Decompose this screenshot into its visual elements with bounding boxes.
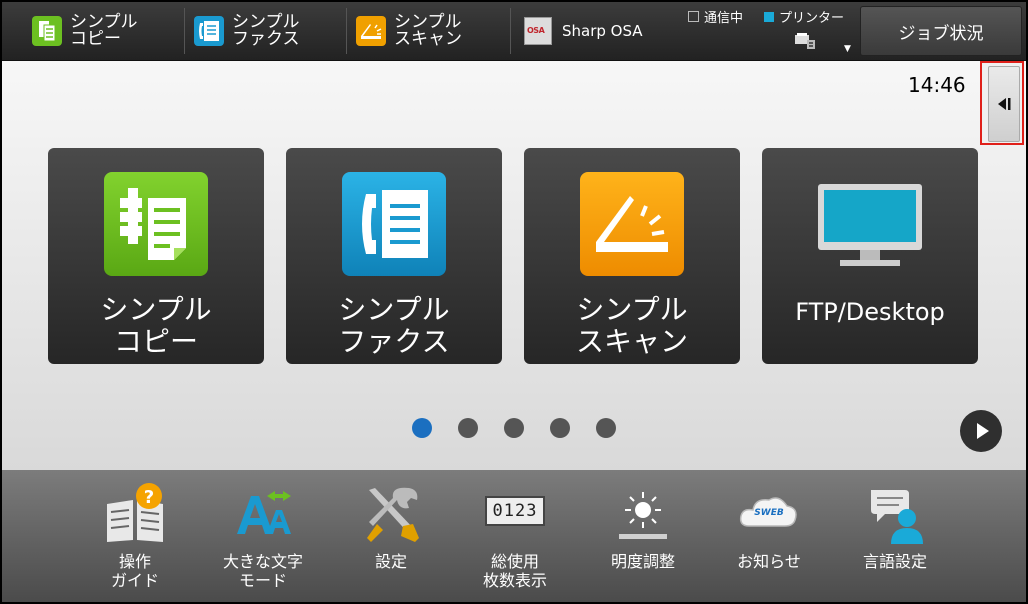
tile-simple-copy[interactable]: シンプル コピー <box>48 148 264 364</box>
brightness-icon <box>619 492 667 539</box>
tile-simple-fax[interactable]: シンプル ファクス <box>286 148 502 364</box>
guide-book-icon: ? <box>107 483 163 542</box>
shortcut-label: シンプル ファクス <box>232 12 300 49</box>
bottom-item-label: お知らせ <box>737 552 801 571</box>
bottom-item-label: 操作 ガイド <box>110 552 159 590</box>
large-text-icon <box>237 491 291 534</box>
printer-icon[interactable] <box>794 32 816 50</box>
shortcut-simple-scan[interactable]: シンプル スキャン <box>356 8 462 54</box>
counter-digits: 0123 <box>485 496 545 526</box>
shortcut-label: シンプル コピー <box>70 12 138 49</box>
shortcut-simple-fax[interactable]: シンプル ファクス <box>194 8 300 54</box>
bottom-item-label: 設定 <box>374 552 407 571</box>
job-status-button[interactable]: ジョブ状況 <box>860 6 1022 56</box>
scan-icon <box>356 16 386 46</box>
tile-simple-scan[interactable]: シンプル スキャン <box>524 148 740 364</box>
bottom-item-label: 明度調整 <box>610 552 675 571</box>
play-arrow-icon <box>977 423 989 439</box>
total-count-button[interactable]: 0123 総使用 枚数表示 <box>460 480 570 598</box>
shortcut-label: Sharp OSA <box>562 22 643 40</box>
status-square-icon <box>764 11 774 22</box>
page-dot-3[interactable] <box>504 418 524 438</box>
copy-icon <box>104 172 208 276</box>
copy-icon <box>32 16 62 46</box>
bottom-item-label: 総使用 枚数表示 <box>482 552 547 590</box>
collapse-arrow-icon <box>998 98 1011 110</box>
tile-label: FTP/Desktop <box>795 298 945 326</box>
cloud-web-icon: SWEB <box>737 482 801 546</box>
tile-label: シンプル スキャン <box>575 293 688 358</box>
language-icon <box>871 490 923 544</box>
home-screen: 14:46 シンプル コピー シンプル ファクス シンプル スキャン FTP/D… <box>2 61 1026 470</box>
osa-icon-text: OSA <box>527 26 545 35</box>
screen: シンプル コピー シンプル ファクス シンプル スキャン OSA Sharp O… <box>2 2 1026 602</box>
notifications-button[interactable]: SWEB お知らせ <box>714 480 824 598</box>
tile-label: シンプル コピー <box>100 293 212 358</box>
monitor-icon <box>818 184 922 266</box>
page-dot-5[interactable] <box>596 418 616 438</box>
fax-icon <box>194 16 224 46</box>
divider <box>510 8 511 54</box>
cloud-web-icon-text: SWEB <box>754 508 784 518</box>
status-printer-label: プリンター <box>779 11 845 26</box>
language-settings-button[interactable]: 言語設定 <box>840 480 950 598</box>
bottom-item-label: 言語設定 <box>862 552 927 571</box>
bottom-bar: ? 操作 ガイド 大きな文字 モード 設定 0123 総使用 枚数表示 明度調整… <box>2 470 1026 602</box>
next-page-button[interactable] <box>960 410 1002 452</box>
tools-icon <box>367 487 419 542</box>
large-text-mode-button[interactable]: 大きな文字 モード <box>208 480 318 598</box>
divider <box>184 8 185 54</box>
tile-label: シンプル ファクス <box>338 293 450 358</box>
operation-guide-button[interactable]: ? 操作 ガイド <box>80 480 190 598</box>
bottom-item-label: 大きな文字 モード <box>222 552 303 590</box>
clock: 14:46 <box>908 73 966 97</box>
page-dot-1[interactable] <box>412 418 432 438</box>
brightness-button[interactable]: 明度調整 <box>588 480 698 598</box>
page-dot-2[interactable] <box>458 418 478 438</box>
status-communicating-label: 通信中 <box>704 11 744 26</box>
settings-button[interactable]: 設定 <box>336 480 446 598</box>
status-communicating: 通信中 <box>688 7 743 26</box>
shortcut-simple-copy[interactable]: シンプル コピー <box>32 8 138 54</box>
tile-ftp-desktop[interactable]: FTP/Desktop <box>762 148 978 364</box>
svg-text:?: ? <box>144 487 154 508</box>
top-bar: シンプル コピー シンプル ファクス シンプル スキャン OSA Sharp O… <box>2 2 1026 61</box>
shortcut-label: シンプル スキャン <box>394 12 462 49</box>
osa-icon: OSA <box>524 17 552 45</box>
page-dot-4[interactable] <box>550 418 570 438</box>
fax-icon <box>342 172 446 276</box>
checkbox-empty-icon <box>688 11 699 22</box>
shortcut-sharp-osa[interactable]: OSA Sharp OSA <box>524 8 643 54</box>
side-panel-toggle[interactable] <box>980 61 1024 145</box>
divider <box>346 8 347 54</box>
scan-icon <box>580 172 684 276</box>
dropdown-arrow-icon[interactable]: ▼ <box>844 44 851 54</box>
status-printer: プリンター <box>764 7 844 26</box>
counter-icon: 0123 <box>483 482 547 546</box>
